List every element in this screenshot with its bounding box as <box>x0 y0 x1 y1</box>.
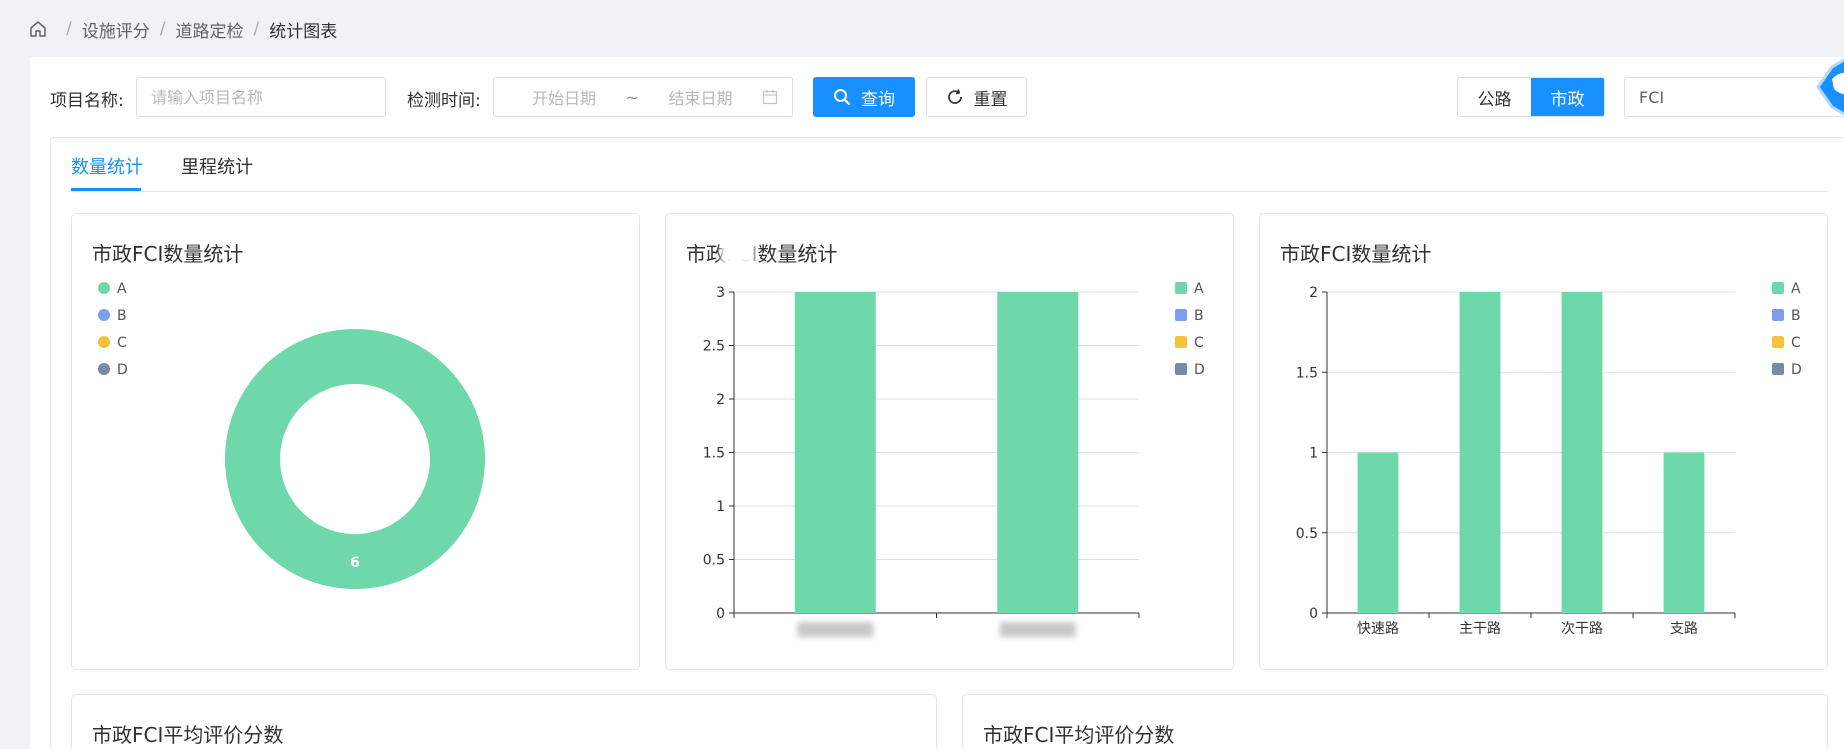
assistant-float-icon[interactable] <box>1816 49 1844 125</box>
legend-marker-d <box>1772 363 1784 375</box>
project-name-input[interactable] <box>136 77 386 117</box>
breadcrumb-item-road-inspection[interactable]: 道路定检 <box>175 17 243 42</box>
detect-time-label: 检测时间: <box>407 91 481 111</box>
legend-marker-a <box>1175 282 1187 294</box>
legend-label-b: B <box>1791 308 1801 324</box>
bar-a <box>1459 292 1501 613</box>
legend-marker-b <box>98 309 110 321</box>
y-tick-label: 3 <box>716 285 725 301</box>
project-name-field[interactable] <box>137 78 385 116</box>
breadcrumb-item-stat-charts: 统计图表 <box>269 21 338 42</box>
reset-button-label: 重置 <box>973 89 1008 110</box>
blurred-x-label <box>797 622 874 637</box>
legend-marker-c <box>1175 336 1187 348</box>
x-tick-label: 支路 <box>1670 621 1698 637</box>
tab-mileage-stats[interactable]: 里程统计 <box>181 153 253 179</box>
y-tick-label: 0.5 <box>1296 526 1318 542</box>
tab-count-stats[interactable]: 数量统计 <box>71 153 143 179</box>
legend-marker-c <box>1772 336 1784 348</box>
legend-marker-d <box>1175 363 1187 375</box>
breadcrumb-separator: / <box>66 19 72 39</box>
y-tick-label: 0 <box>716 606 725 622</box>
donut-slice-a <box>224 329 485 589</box>
y-tick-label: 1 <box>716 499 725 515</box>
y-tick-label: 1.5 <box>1296 365 1318 381</box>
bar-a <box>1561 292 1603 613</box>
toggle-highway[interactable]: 公路 <box>1458 78 1531 116</box>
legend-label-d: D <box>1194 362 1205 378</box>
blurred-x-label <box>999 622 1076 637</box>
bar-chart-card-2: 市政FCI数量统计 0 0.5 1 1.5 2 快速路 主干路 次干路 支路 A B C D <box>1259 213 1828 670</box>
query-button-label: 查询 <box>861 89 895 110</box>
y-tick-label: 2 <box>716 392 725 408</box>
legend-marker-a <box>98 282 110 294</box>
project-name-label: 项目名称: <box>50 91 124 111</box>
y-tick-label: 2 <box>1309 285 1318 301</box>
card-title: 市政FCI平均评价分数 <box>92 723 284 747</box>
query-button[interactable]: 查询 <box>813 77 915 117</box>
legend-marker-c <box>98 336 110 348</box>
y-tick-label: 0 <box>1309 606 1318 622</box>
legend-marker-b <box>1175 309 1187 321</box>
legend-label-b: B <box>1194 308 1204 324</box>
x-tick-label: 快速路 <box>1357 621 1399 637</box>
legend-marker-a <box>1772 282 1784 294</box>
y-tick-label: 1 <box>1309 446 1318 462</box>
refresh-icon <box>947 89 962 104</box>
donut-chart-card: 市政FCI数量统计 ABCD6 <box>71 213 640 670</box>
legend-label-c: C <box>1791 335 1801 351</box>
calendar-icon[interactable] <box>762 89 778 105</box>
index-select[interactable]: FCI <box>1624 77 1844 117</box>
legend-label-a: A <box>1791 281 1801 297</box>
avg-score-card-2: 市政FCI平均评价分数 <box>962 694 1828 749</box>
end-date-input[interactable]: 结束日期 <box>668 85 732 109</box>
donut-chart: ABCD 6 <box>98 281 485 589</box>
legend-label-d: D <box>117 362 128 378</box>
breadcrumb-item-facility-score[interactable]: 设施评分 <box>82 17 150 42</box>
search-icon <box>834 89 850 105</box>
y-tick-label: 2.5 <box>703 339 725 355</box>
date-range-picker[interactable]: 开始日期 ~ 结束日期 <box>493 77 793 117</box>
legend-label-d: D <box>1791 362 1802 378</box>
legend-label-b: B <box>117 308 127 324</box>
breadcrumb-separator: / <box>159 19 166 39</box>
legend-label-c: C <box>1194 335 1204 351</box>
breadcrumb-separator: / <box>253 19 260 39</box>
tab-divider <box>71 191 1828 192</box>
bar-a <box>997 292 1079 613</box>
bar-a <box>1357 452 1399 613</box>
legend-label-a: A <box>1194 281 1204 297</box>
bar-a <box>1663 452 1705 613</box>
y-tick-label: 1.5 <box>703 446 725 462</box>
bar-chart-2: 0 0.5 1 1.5 2 快速路 主干路 次干路 支路 ABCD <box>1296 281 1802 637</box>
bar-a <box>794 292 876 613</box>
start-date-input[interactable]: 开始日期 <box>532 85 596 109</box>
home-icon[interactable] <box>28 19 48 39</box>
reset-button[interactable]: 重置 <box>926 77 1027 117</box>
legend-marker-d <box>98 363 110 375</box>
bar-chart-1: 0 0.5 1 1.5 2 2.5 3 ABCD <box>703 281 1205 637</box>
x-tick-label: 次干路 <box>1561 621 1603 637</box>
legend-label-a: A <box>117 281 127 297</box>
bar-chart-card-1: 市政FCI数量统计 0 0.5 1 1.5 2 2.5 3 A B C D <box>665 213 1234 670</box>
toggle-municipal[interactable]: 市政 <box>1531 78 1604 116</box>
legend-marker-b <box>1772 309 1784 321</box>
y-tick-label: 0.5 <box>703 553 725 569</box>
range-separator: ~ <box>625 87 639 107</box>
donut-data-label: 6 <box>350 555 360 571</box>
x-tick-label: 主干路 <box>1459 621 1501 637</box>
card-title: 市政FCI平均评价分数 <box>983 723 1175 747</box>
road-type-toggle: 公路 市政 <box>1457 77 1605 117</box>
breadcrumb: / 设施评分 / 道路定检 / 统计图表 <box>28 16 337 42</box>
legend-label-c: C <box>117 335 127 351</box>
avg-score-card-1: 市政FCI平均评价分数 <box>71 694 937 749</box>
